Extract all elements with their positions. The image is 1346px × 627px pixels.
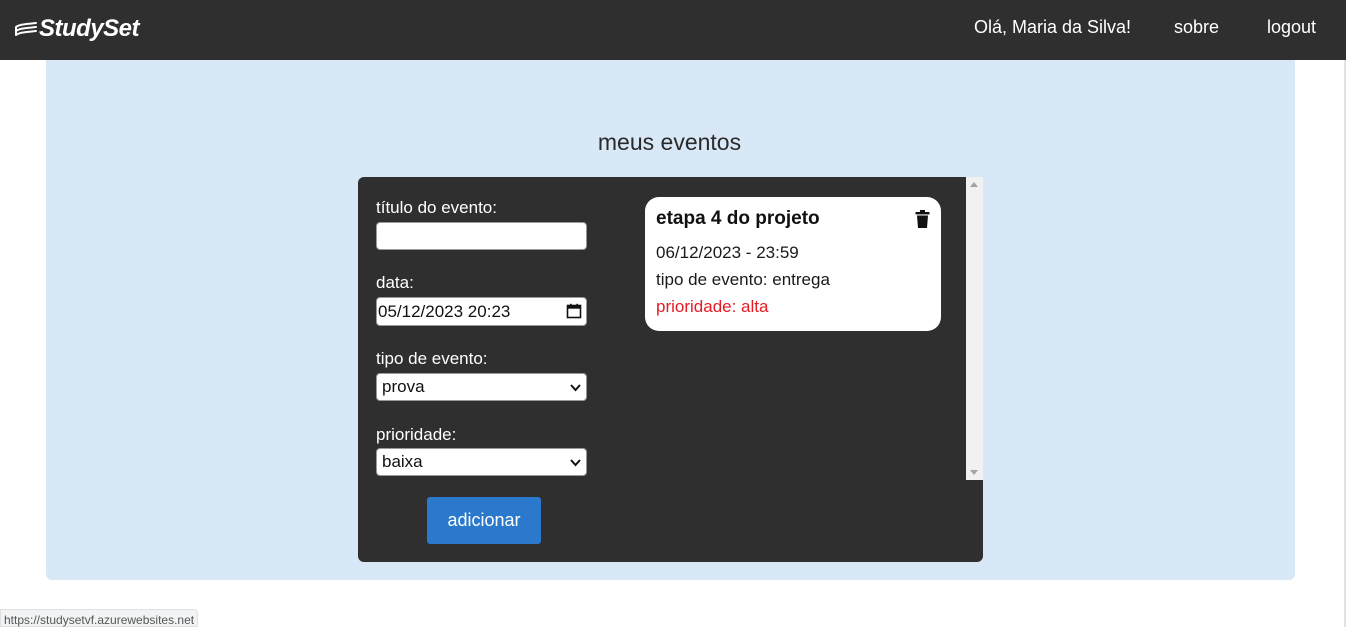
- nav-link-logout[interactable]: logout: [1267, 17, 1316, 38]
- priority-select-value: baixa: [382, 452, 423, 471]
- user-greeting: Olá, Maria da Silva!: [974, 17, 1132, 37]
- chevron-down-icon: [570, 384, 581, 392]
- scroll-down-arrow-icon[interactable]: [970, 470, 978, 475]
- status-bar-url: https://studysetvf.azurewebsites.net: [0, 609, 198, 627]
- events-list-scrollbar[interactable]: [966, 177, 983, 480]
- event-priority: prioridade: alta: [656, 297, 769, 316]
- event-type: tipo de evento: entrega: [656, 270, 830, 289]
- date-label: data:: [376, 273, 414, 292]
- event-card: etapa 4 do projeto 06/12/2023 - 23:59 ti…: [645, 197, 941, 331]
- nav-link-sobre[interactable]: sobre: [1174, 17, 1219, 38]
- event-title: etapa 4 do projeto: [656, 208, 820, 229]
- calendar-icon[interactable]: [566, 303, 582, 319]
- date-value: 05/12/2023 20:23: [378, 302, 511, 321]
- priority-label: prioridade:: [376, 425, 457, 444]
- books-logo-icon: [15, 22, 37, 36]
- add-event-button[interactable]: adicionar: [427, 497, 541, 544]
- logo[interactable]: StudySet: [14, 13, 140, 45]
- title-label: título do evento:: [376, 198, 497, 217]
- date-input[interactable]: 05/12/2023 20:23: [376, 297, 587, 326]
- scroll-up-arrow-icon[interactable]: [970, 182, 978, 187]
- title-input[interactable]: [376, 222, 587, 250]
- trash-icon[interactable]: [915, 210, 930, 228]
- event-date: 06/12/2023 - 23:59: [656, 243, 799, 262]
- type-select[interactable]: prova: [376, 373, 587, 401]
- page-title: meus eventos: [597, 129, 742, 155]
- type-label: tipo de evento:: [376, 349, 488, 368]
- type-select-value: prova: [382, 377, 425, 396]
- navbar: StudySet Olá, Maria da Silva! sobre logo…: [0, 0, 1346, 60]
- chevron-down-icon: [570, 459, 581, 467]
- logo-text: StudySet: [39, 15, 140, 42]
- priority-select[interactable]: baixa: [376, 448, 587, 476]
